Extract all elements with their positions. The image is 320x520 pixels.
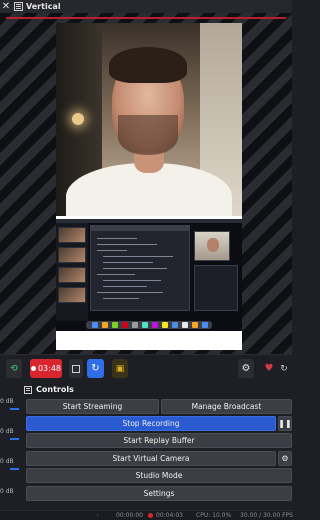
document-icon <box>14 2 23 11</box>
support-heart-button[interactable]: ♥ <box>262 359 276 378</box>
screen-capture-source <box>56 219 242 331</box>
window-titlebar: ✕ Vertical <box>0 0 292 13</box>
volume-slider[interactable] <box>10 438 19 440</box>
record-toggle-button[interactable]: 03:48 <box>30 359 62 378</box>
stream-timer: 00:00:00 <box>116 512 143 519</box>
controls-dock: Controls Start Streaming Manage Broadcas… <box>22 382 292 510</box>
record-status-icon <box>148 513 153 518</box>
stream-status-icon: ◦ <box>96 512 100 519</box>
meter-label: 0 dB <box>0 428 14 435</box>
virtual-camera-toggle-button[interactable]: ▣ <box>112 359 128 378</box>
volume-slider[interactable] <box>10 408 19 410</box>
stream-toggle-button[interactable]: ⟲ <box>6 359 22 378</box>
vertical-canvas[interactable] <box>56 23 242 350</box>
start-virtual-camera-button[interactable]: Start Virtual Camera <box>26 451 276 466</box>
vertical-toolbar: ⟲ 03:48 ↻ ▣ ⚙ ♥ ↻ <box>0 354 292 381</box>
window-title: Vertical <box>26 2 61 11</box>
status-bar: ◦ 00:00:00 00:04:03 CPU: 10.0% 30.00 / 3… <box>0 510 293 520</box>
webcam-source <box>56 23 242 216</box>
dock-icon <box>24 385 32 394</box>
replay-icon: ↻ <box>91 363 100 374</box>
controls-dock-header: Controls <box>22 382 292 397</box>
fps-readout: 30.00 / 30.00 FPS <box>240 512 293 519</box>
meter-label: 0 dB <box>0 488 14 495</box>
audio-mixer-strip: 0 dB 0 dB 0 dB 0 dB <box>0 382 20 510</box>
recording-indicator-line <box>6 17 286 19</box>
start-replay-buffer-button[interactable]: Start Replay Buffer <box>26 433 292 448</box>
stop-recording-button[interactable]: Stop Recording <box>26 416 276 431</box>
close-icon[interactable]: ✕ <box>1 0 11 13</box>
meter-label: 0 dB <box>0 458 14 465</box>
pause-recording-side-button[interactable]: ❚❚ <box>278 416 292 431</box>
manage-broadcast-button[interactable]: Manage Broadcast <box>161 399 292 414</box>
pause-recording-button[interactable] <box>69 359 83 378</box>
meter-label: 0 dB <box>0 398 14 405</box>
refresh-button[interactable]: ↻ <box>278 359 290 378</box>
virtual-camera-icon: ▣ <box>115 363 125 374</box>
settings-gear-button[interactable]: ⚙ <box>238 359 254 378</box>
record-status-timer: 00:04:03 <box>156 512 183 519</box>
gear-icon: ⚙ <box>281 454 289 463</box>
record-dot-icon <box>30 366 36 371</box>
virtual-camera-config-button[interactable]: ⚙ <box>278 451 292 466</box>
controls-title: Controls <box>36 385 74 394</box>
cpu-usage: CPU: 10.0% <box>196 512 232 519</box>
vertical-preview[interactable] <box>0 13 292 354</box>
start-streaming-button[interactable]: Start Streaming <box>26 399 159 414</box>
stream-icon: ⟲ <box>10 363 18 374</box>
heart-icon: ♥ <box>264 363 274 374</box>
record-timer: 03:48 <box>37 364 62 373</box>
volume-slider[interactable] <box>10 468 19 470</box>
pause-icon: ❚❚ <box>278 419 292 428</box>
gear-icon: ⚙ <box>241 363 251 374</box>
studio-mode-button[interactable]: Studio Mode <box>26 468 292 483</box>
replay-buffer-toggle-button[interactable]: ↻ <box>87 359 104 378</box>
settings-button[interactable]: Settings <box>26 486 292 501</box>
refresh-icon: ↻ <box>280 363 288 374</box>
